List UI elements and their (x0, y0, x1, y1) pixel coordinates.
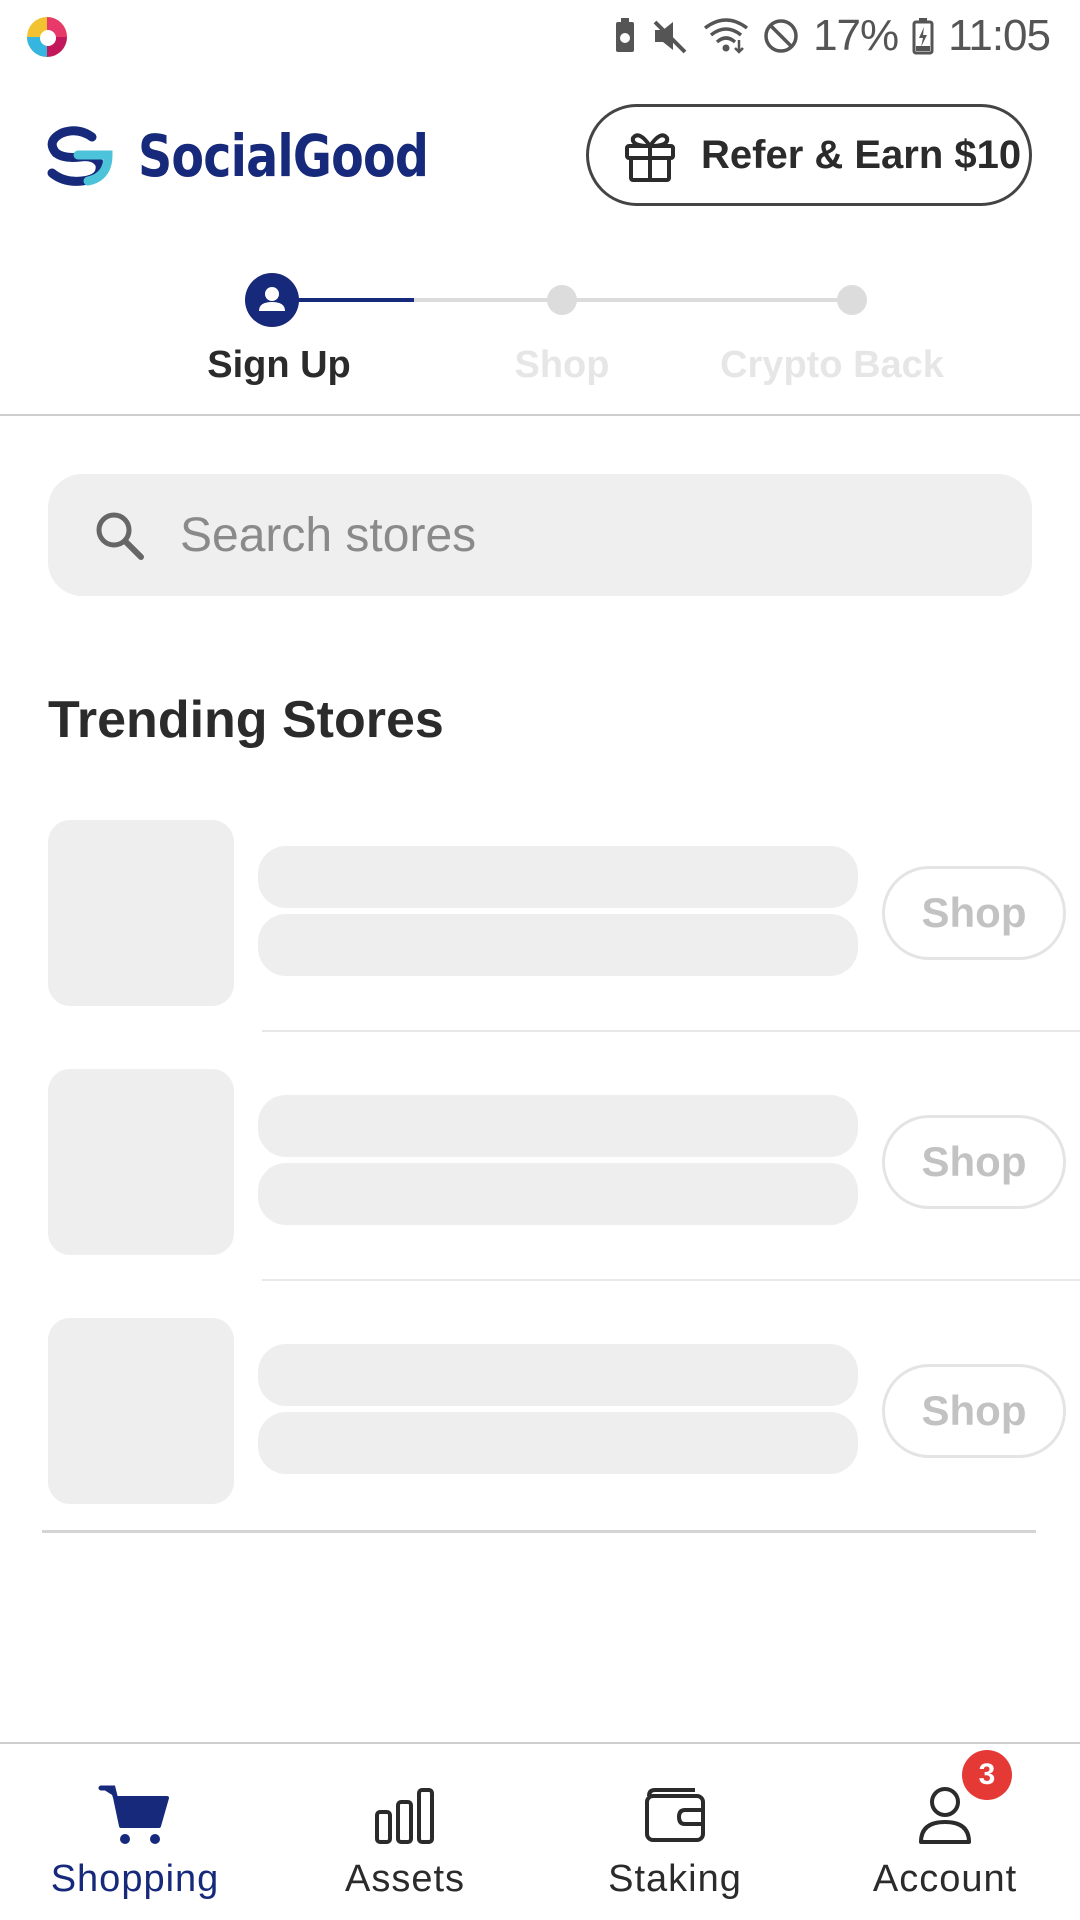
search-input[interactable] (180, 507, 980, 563)
store-name-placeholder (258, 1095, 858, 1157)
battery-icon (912, 18, 934, 55)
socialgood-logo-icon (47, 126, 113, 186)
nav-item-assets[interactable]: Assets (270, 1744, 540, 1920)
stepper-track-line (414, 298, 852, 302)
row-divider (262, 1030, 1080, 1032)
brand-name: SocialGood (138, 122, 429, 190)
wifi-icon (704, 18, 749, 54)
divider (0, 414, 1080, 416)
search-bar[interactable] (48, 474, 1032, 596)
shop-button[interactable]: Shop (882, 1364, 1066, 1458)
search-icon (96, 512, 144, 560)
shop-button[interactable]: Shop (882, 866, 1066, 960)
section-title-trending: Trending Stores (48, 691, 444, 749)
step-node-shop (547, 285, 577, 315)
row-divider (262, 1279, 1080, 1281)
cart-icon (98, 1785, 169, 1844)
nav-label-assets: Assets (344, 1858, 466, 1900)
app-notification-icon (27, 17, 67, 57)
store-logo-placeholder (48, 1069, 234, 1255)
nav-label-shopping: Shopping (50, 1858, 220, 1900)
bottom-navigation: Shopping Assets Staking Account (0, 1742, 1080, 1920)
do-not-disturb-icon (764, 19, 798, 53)
store-logo-placeholder (48, 1318, 234, 1504)
store-reward-placeholder (258, 1163, 858, 1225)
mute-icon (653, 20, 687, 54)
refer-earn-label: Refer & Earn $10 (701, 132, 1022, 177)
battery-saver-icon (616, 18, 635, 52)
nav-item-account[interactable]: Account (810, 1744, 1080, 1920)
shop-button[interactable]: Shop (882, 1115, 1066, 1209)
step-label-sign-up: Sign Up (207, 344, 351, 386)
nav-item-shopping[interactable]: Shopping (0, 1744, 270, 1920)
wallet-icon (645, 1788, 705, 1842)
step-label-crypto-back: Crypto Back (720, 344, 944, 386)
gift-icon (625, 133, 675, 182)
store-row[interactable]: Shop (0, 820, 1080, 1069)
store-name-placeholder (258, 1344, 858, 1406)
nav-label-staking: Staking (608, 1858, 742, 1900)
brand: SocialGood (42, 122, 492, 190)
list-divider (42, 1530, 1036, 1533)
clock: 11:05 (948, 11, 1051, 60)
store-row[interactable]: Shop (0, 1069, 1080, 1318)
status-icons: 17% 11:05 (613, 10, 1051, 62)
nav-label-account: Account (872, 1858, 1018, 1900)
app-header: SocialGood Refer & Earn $10 (0, 100, 1080, 212)
nav-item-staking[interactable]: Staking (540, 1744, 810, 1920)
step-node-sign-up (245, 273, 299, 327)
status-bar: 17% 11:05 (0, 0, 1080, 72)
store-logo-placeholder (48, 820, 234, 1006)
battery-percent: 17% (813, 11, 899, 60)
user-icon (259, 287, 285, 311)
refer-earn-button[interactable]: Refer & Earn $10 (586, 104, 1032, 206)
step-label-shop: Shop (514, 344, 610, 386)
step-node-crypto-back (837, 285, 867, 315)
store-reward-placeholder (258, 914, 858, 976)
notification-badge: 3 (962, 1750, 1012, 1800)
store-name-placeholder (258, 846, 858, 908)
bar-chart-icon (375, 1788, 434, 1844)
store-reward-placeholder (258, 1412, 858, 1474)
onboarding-stepper: Sign Up Shop Crypto Back (0, 262, 1080, 412)
